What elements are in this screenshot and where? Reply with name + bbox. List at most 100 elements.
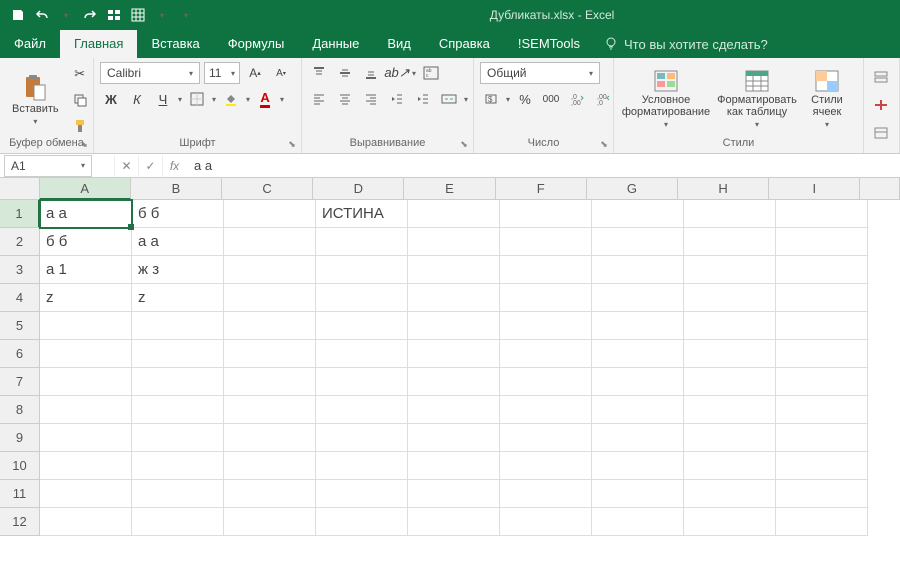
cell-G10[interactable] xyxy=(592,452,684,480)
cell-A2[interactable]: б б xyxy=(40,228,132,256)
cell-A6[interactable] xyxy=(40,340,132,368)
cell-D9[interactable] xyxy=(316,424,408,452)
cut-icon[interactable]: ✂ xyxy=(69,63,91,85)
cell-B12[interactable] xyxy=(132,508,224,536)
col-header-I[interactable]: I xyxy=(769,178,860,200)
cell-F1[interactable] xyxy=(500,200,592,228)
cell-B8[interactable] xyxy=(132,396,224,424)
cell-H9[interactable] xyxy=(684,424,776,452)
row-header-4[interactable]: 4 xyxy=(0,284,40,312)
cell-E12[interactable] xyxy=(408,508,500,536)
cell-H8[interactable] xyxy=(684,396,776,424)
cell-D3[interactable] xyxy=(316,256,408,284)
cell-A4[interactable]: z xyxy=(40,284,132,312)
cell-C2[interactable] xyxy=(224,228,316,256)
chevron-down-icon[interactable]: ▾ xyxy=(212,95,216,104)
row-header-3[interactable]: 3 xyxy=(0,256,40,284)
bold-button[interactable]: Ж xyxy=(100,88,122,110)
cell-A10[interactable] xyxy=(40,452,132,480)
cell-H4[interactable] xyxy=(684,284,776,312)
cell-B2[interactable]: а а xyxy=(132,228,224,256)
cell-E3[interactable] xyxy=(408,256,500,284)
confirm-formula-icon[interactable]: ✓ xyxy=(138,155,162,177)
cell-A8[interactable] xyxy=(40,396,132,424)
cancel-formula-icon[interactable]: ✕ xyxy=(114,155,138,177)
cell-A1[interactable]: а а xyxy=(40,200,132,228)
cell-B9[interactable] xyxy=(132,424,224,452)
cell-C5[interactable] xyxy=(224,312,316,340)
font-name-select[interactable]: Calibri▾ xyxy=(100,62,200,84)
cell-I1[interactable] xyxy=(776,200,868,228)
dialog-launcher-icon[interactable]: ⬊ xyxy=(285,137,299,151)
cell-I11[interactable] xyxy=(776,480,868,508)
cell-E7[interactable] xyxy=(408,368,500,396)
cell-I12[interactable] xyxy=(776,508,868,536)
formula-input[interactable]: а а xyxy=(186,158,900,173)
cell-C12[interactable] xyxy=(224,508,316,536)
cell-C1[interactable] xyxy=(224,200,316,228)
tab-help[interactable]: Справка xyxy=(425,30,504,58)
cell-H1[interactable] xyxy=(684,200,776,228)
accounting-format-icon[interactable]: $ xyxy=(480,88,502,110)
increase-font-icon[interactable]: A▴ xyxy=(244,62,266,84)
percent-icon[interactable]: % xyxy=(514,88,536,110)
cell-E9[interactable] xyxy=(408,424,500,452)
cell-C10[interactable] xyxy=(224,452,316,480)
cell-E6[interactable] xyxy=(408,340,500,368)
cell-H7[interactable] xyxy=(684,368,776,396)
dialog-launcher-icon[interactable]: ⬊ xyxy=(77,137,91,151)
cell-I5[interactable] xyxy=(776,312,868,340)
row-header-12[interactable]: 12 xyxy=(0,508,40,536)
tab-data[interactable]: Данные xyxy=(298,30,373,58)
qat-custom1-icon[interactable] xyxy=(104,5,124,25)
cell-B11[interactable] xyxy=(132,480,224,508)
italic-button[interactable]: К xyxy=(126,88,148,110)
cell-I4[interactable] xyxy=(776,284,868,312)
border-icon[interactable] xyxy=(186,88,208,110)
cell-D1[interactable]: ИСТИНА xyxy=(316,200,408,228)
undo-dropdown-icon[interactable]: ▾ xyxy=(56,5,76,25)
cell-G12[interactable] xyxy=(592,508,684,536)
tab-file[interactable]: Файл xyxy=(0,30,60,58)
font-color-icon[interactable]: А xyxy=(254,88,276,110)
cell-I9[interactable] xyxy=(776,424,868,452)
cell-D6[interactable] xyxy=(316,340,408,368)
cell-H5[interactable] xyxy=(684,312,776,340)
redo-icon[interactable] xyxy=(80,5,100,25)
row-header-11[interactable]: 11 xyxy=(0,480,40,508)
cell-E1[interactable] xyxy=(408,200,500,228)
row-header-8[interactable]: 8 xyxy=(0,396,40,424)
cell-D8[interactable] xyxy=(316,396,408,424)
cell-C11[interactable] xyxy=(224,480,316,508)
paste-button[interactable]: Вставить ▾ xyxy=(6,71,65,128)
cell-C4[interactable] xyxy=(224,284,316,312)
tab-semtools[interactable]: !SEMTools xyxy=(504,30,594,58)
cell-E10[interactable] xyxy=(408,452,500,480)
wrap-text-icon[interactable]: abc xyxy=(420,62,442,84)
align-center-icon[interactable] xyxy=(334,88,356,110)
row-header-9[interactable]: 9 xyxy=(0,424,40,452)
select-all-corner[interactable] xyxy=(0,178,40,200)
cell-E2[interactable] xyxy=(408,228,500,256)
cell-G4[interactable] xyxy=(592,284,684,312)
cell-B6[interactable] xyxy=(132,340,224,368)
cell-E8[interactable] xyxy=(408,396,500,424)
cell-G2[interactable] xyxy=(592,228,684,256)
cell-I2[interactable] xyxy=(776,228,868,256)
overflow-icon[interactable] xyxy=(870,122,892,144)
cell-G11[interactable] xyxy=(592,480,684,508)
col-header-B[interactable]: B xyxy=(131,178,222,200)
overflow-icon[interactable] xyxy=(870,66,892,88)
chevron-down-icon[interactable]: ▾ xyxy=(506,95,510,104)
align-left-icon[interactable] xyxy=(308,88,330,110)
cell-F12[interactable] xyxy=(500,508,592,536)
copy-icon[interactable] xyxy=(69,89,91,111)
conditional-formatting-button[interactable]: Условное форматирование ▾ xyxy=(620,68,712,131)
tab-view[interactable]: Вид xyxy=(373,30,425,58)
cell-H12[interactable] xyxy=(684,508,776,536)
cell-H3[interactable] xyxy=(684,256,776,284)
format-as-table-button[interactable]: Форматировать как таблицу ▾ xyxy=(716,68,798,131)
cell-E5[interactable] xyxy=(408,312,500,340)
number-format-select[interactable]: Общий▾ xyxy=(480,62,600,84)
font-size-select[interactable]: 11▾ xyxy=(204,62,240,84)
